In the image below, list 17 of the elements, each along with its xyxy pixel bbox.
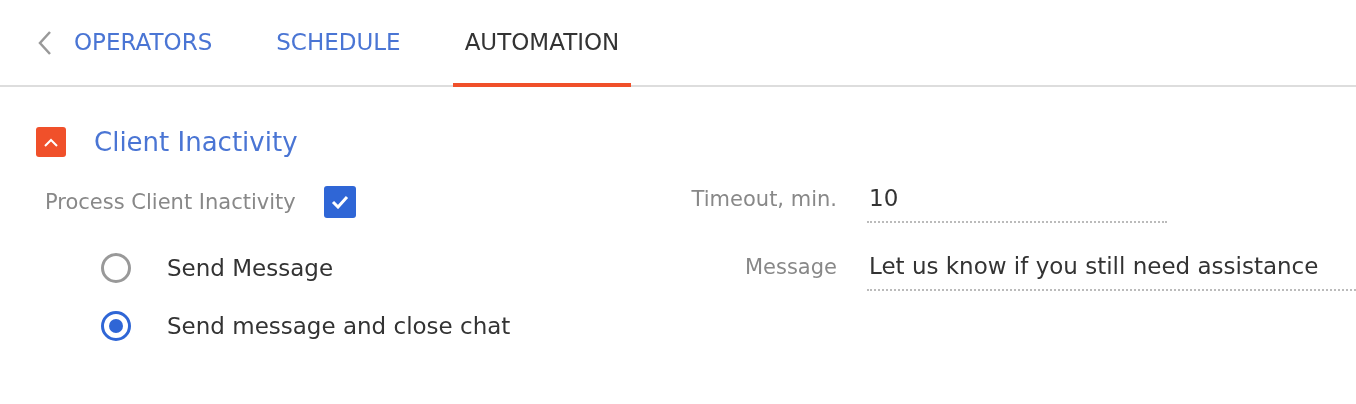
radio-label: Send Message: [167, 255, 334, 281]
tab[interactable]: AUTOMATION: [452, 0, 632, 87]
field-label: Timeout, min.: [690, 187, 837, 213]
radio-label: Send message and close chat: [167, 313, 511, 339]
collapse-button[interactable]: [36, 127, 66, 157]
section-title: Client Inactivity: [94, 127, 298, 157]
field-label: Message: [743, 255, 837, 281]
radio-button[interactable]: [101, 253, 131, 283]
tab[interactable]: OPERATORS: [62, 0, 225, 87]
check-icon: [330, 195, 349, 209]
radio-button[interactable]: [101, 311, 131, 341]
chevron-up-icon: [44, 137, 58, 147]
chevron-left-icon: [38, 29, 52, 56]
tab[interactable]: SCHEDULE: [264, 0, 413, 87]
checkbox[interactable]: [323, 186, 356, 218]
checkbox-label: Process Client Inactivity: [45, 190, 296, 214]
input-field[interactable]: Let us know if you still need assistance: [867, 253, 1356, 291]
